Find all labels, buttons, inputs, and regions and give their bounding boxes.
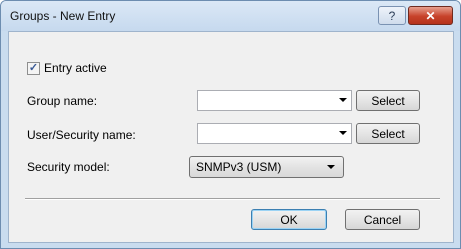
- entry-active-checkbox[interactable]: ✓: [27, 61, 40, 75]
- cancel-button-label: Cancel: [363, 212, 402, 227]
- chevron-down-icon[interactable]: [339, 98, 347, 102]
- ok-button-label: OK: [280, 212, 298, 227]
- close-button[interactable]: ✕: [408, 6, 453, 25]
- user-security-name-combobox[interactable]: [197, 123, 352, 144]
- checkmark-icon: ✓: [28, 61, 39, 74]
- security-model-label: Security model:: [27, 160, 110, 174]
- entry-active-label: Entry active: [44, 61, 107, 75]
- divider: [25, 198, 440, 200]
- security-model-value: SNMPv3 (USM): [196, 160, 282, 174]
- group-name-select-button[interactable]: Select: [356, 90, 420, 111]
- chevron-down-icon[interactable]: [339, 131, 347, 135]
- close-icon: ✕: [425, 8, 436, 23]
- title-bar[interactable]: Groups - New Entry ? ✕: [1, 1, 460, 31]
- chevron-down-icon: [327, 165, 335, 169]
- select-button-label: Select: [371, 126, 405, 141]
- select-button-label: Select: [371, 93, 405, 108]
- group-name-label: Group name:: [27, 94, 98, 108]
- group-name-combobox[interactable]: [197, 90, 352, 111]
- help-button[interactable]: ?: [378, 6, 406, 25]
- ok-button[interactable]: OK: [251, 209, 327, 230]
- security-model-dropdown[interactable]: SNMPv3 (USM): [189, 156, 344, 178]
- entry-active-row: ✓ Entry active: [27, 61, 107, 75]
- user-security-name-select-button[interactable]: Select: [356, 123, 420, 144]
- help-icon: ?: [388, 8, 396, 23]
- window-title: Groups - New Entry: [10, 9, 116, 23]
- dialog-window: Groups - New Entry ? ✕ ✓ Entry active Gr…: [0, 0, 461, 249]
- cancel-button[interactable]: Cancel: [345, 209, 420, 230]
- user-security-name-label: User/Security name:: [27, 128, 136, 142]
- dialog-body: ✓ Entry active Group name: Select User/S…: [8, 31, 454, 243]
